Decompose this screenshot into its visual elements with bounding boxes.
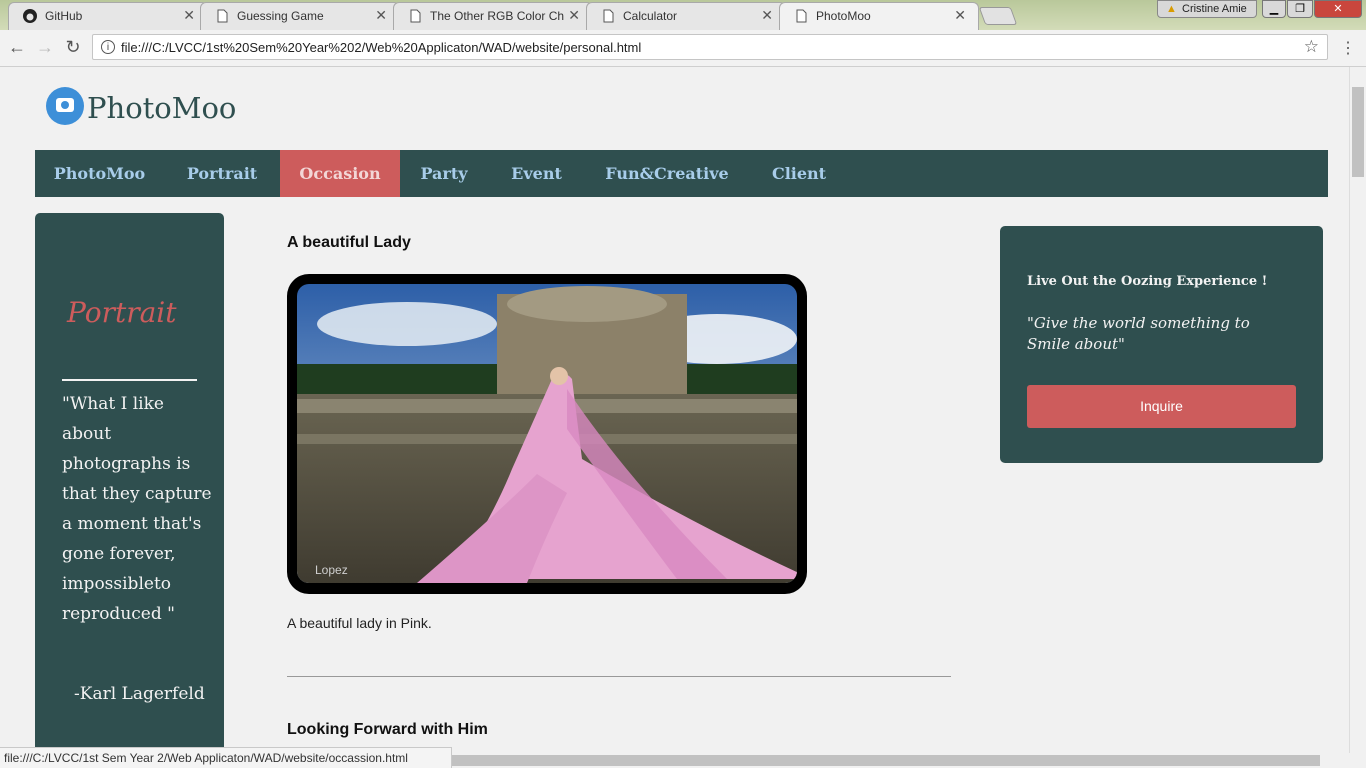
scroll-thumb[interactable] xyxy=(1352,87,1364,177)
status-bar: file:///C:/LVCC/1st Sem Year 2/Web Appli… xyxy=(0,747,452,768)
photo-caption: A beautiful lady in Pink. xyxy=(287,615,432,631)
tab-title: Guessing Game xyxy=(237,9,324,23)
sidebar-quote: "What I like about photographs is that t… xyxy=(62,394,212,624)
tab-rgb-color[interactable]: The Other RGB Color Ch ✕ xyxy=(393,2,593,30)
close-tab-icon[interactable]: ✕ xyxy=(568,7,580,24)
aside-quote: "Give the world something to Smile about… xyxy=(1027,314,1250,353)
nav-item-occasion[interactable]: Occasion xyxy=(280,150,400,197)
tab-photomoo[interactable]: PhotoMoo ✕ xyxy=(779,2,979,30)
tab-title: GitHub xyxy=(45,9,83,23)
nav-item-event[interactable]: Event xyxy=(488,150,585,197)
nav-item-photomoo[interactable]: PhotoMoo xyxy=(35,150,164,197)
divider xyxy=(62,379,197,381)
tab-calculator[interactable]: Calculator ✕ xyxy=(586,2,786,30)
back-arrow-icon[interactable]: ← xyxy=(6,37,28,58)
close-tab-icon[interactable]: ✕ xyxy=(375,7,387,24)
page-icon xyxy=(796,9,807,23)
sidebar-heading: Portrait xyxy=(67,296,177,329)
close-tab-icon[interactable]: ✕ xyxy=(183,7,195,24)
right-aside: Live Out the Oozing Experience ! "Give t… xyxy=(1000,226,1323,463)
new-tab-button[interactable] xyxy=(978,7,1018,25)
close-tab-icon[interactable]: ✕ xyxy=(761,7,773,24)
quote-author: -Karl Lagerfeld xyxy=(74,684,205,704)
scroll-thumb[interactable] xyxy=(450,755,1320,766)
profile-button[interactable]: ▲ Cristine Amie xyxy=(1157,0,1257,18)
bookmark-star-icon[interactable]: ☆ xyxy=(1304,37,1319,57)
menu-kebab-icon[interactable]: ⋮ xyxy=(1340,38,1356,58)
page-icon xyxy=(603,9,614,23)
main-nav: PhotoMoo Portrait Occasion Party Event F… xyxy=(35,150,1328,197)
minimize-button[interactable]: ▁ xyxy=(1262,0,1286,18)
divider xyxy=(287,676,951,677)
section-title: A beautiful Lady xyxy=(287,234,411,251)
aside-tagline: Live Out the Oozing Experience ! xyxy=(1027,274,1268,289)
camera-logo-icon xyxy=(46,87,84,125)
close-tab-icon[interactable]: ✕ xyxy=(954,7,966,24)
photo-watermark: Lopez xyxy=(315,563,348,577)
nav-item-party[interactable]: Party xyxy=(400,150,488,197)
page-icon xyxy=(217,9,228,23)
tab-title: PhotoMoo xyxy=(816,9,871,23)
reload-icon[interactable]: ↻ xyxy=(62,37,84,58)
inquire-button[interactable]: Inquire xyxy=(1027,385,1296,428)
nav-item-fun-creative[interactable]: Fun&Creative xyxy=(585,150,749,197)
photo-frame: Lopez xyxy=(287,274,807,594)
profile-name: Cristine Amie xyxy=(1182,3,1247,15)
warning-icon: ▲ xyxy=(1166,3,1177,15)
nav-item-client[interactable]: Client xyxy=(749,150,849,197)
info-icon[interactable]: i xyxy=(101,40,115,54)
address-bar[interactable]: i file:///C:/LVCC/1st%20Sem%20Year%202/W… xyxy=(92,34,1328,60)
site-brand[interactable]: PhotoMoo xyxy=(87,91,236,125)
tab-title: The Other RGB Color Ch xyxy=(430,9,565,23)
github-icon xyxy=(23,9,37,23)
web-page: PhotoMoo PhotoMoo Portrait Occasion Part… xyxy=(0,67,1349,753)
left-sidebar: Portrait "What I like about photographs … xyxy=(35,213,224,753)
vertical-scrollbar[interactable] xyxy=(1349,67,1366,753)
browser-toolbar: ← → ↻ i file:///C:/LVCC/1st%20Sem%20Year… xyxy=(0,30,1366,67)
tab-guessing-game[interactable]: Guessing Game ✕ xyxy=(200,2,400,30)
url-text: file:///C:/LVCC/1st%20Sem%20Year%202/Web… xyxy=(121,40,642,55)
nav-item-portrait[interactable]: Portrait xyxy=(164,150,280,197)
maximize-button[interactable]: ❐ xyxy=(1287,0,1313,18)
forward-arrow-icon[interactable]: → xyxy=(34,37,56,58)
browser-tabstrip: GitHub ✕ Guessing Game ✕ The Other RGB C… xyxy=(0,0,1366,30)
tab-github[interactable]: GitHub ✕ xyxy=(8,2,208,30)
tab-title: Calculator xyxy=(623,9,678,23)
close-window-button[interactable]: ✕ xyxy=(1314,0,1362,18)
section-title: Looking Forward with Him xyxy=(287,721,488,738)
page-icon xyxy=(410,9,421,23)
lady-in-pink-photo: Lopez xyxy=(297,284,797,583)
